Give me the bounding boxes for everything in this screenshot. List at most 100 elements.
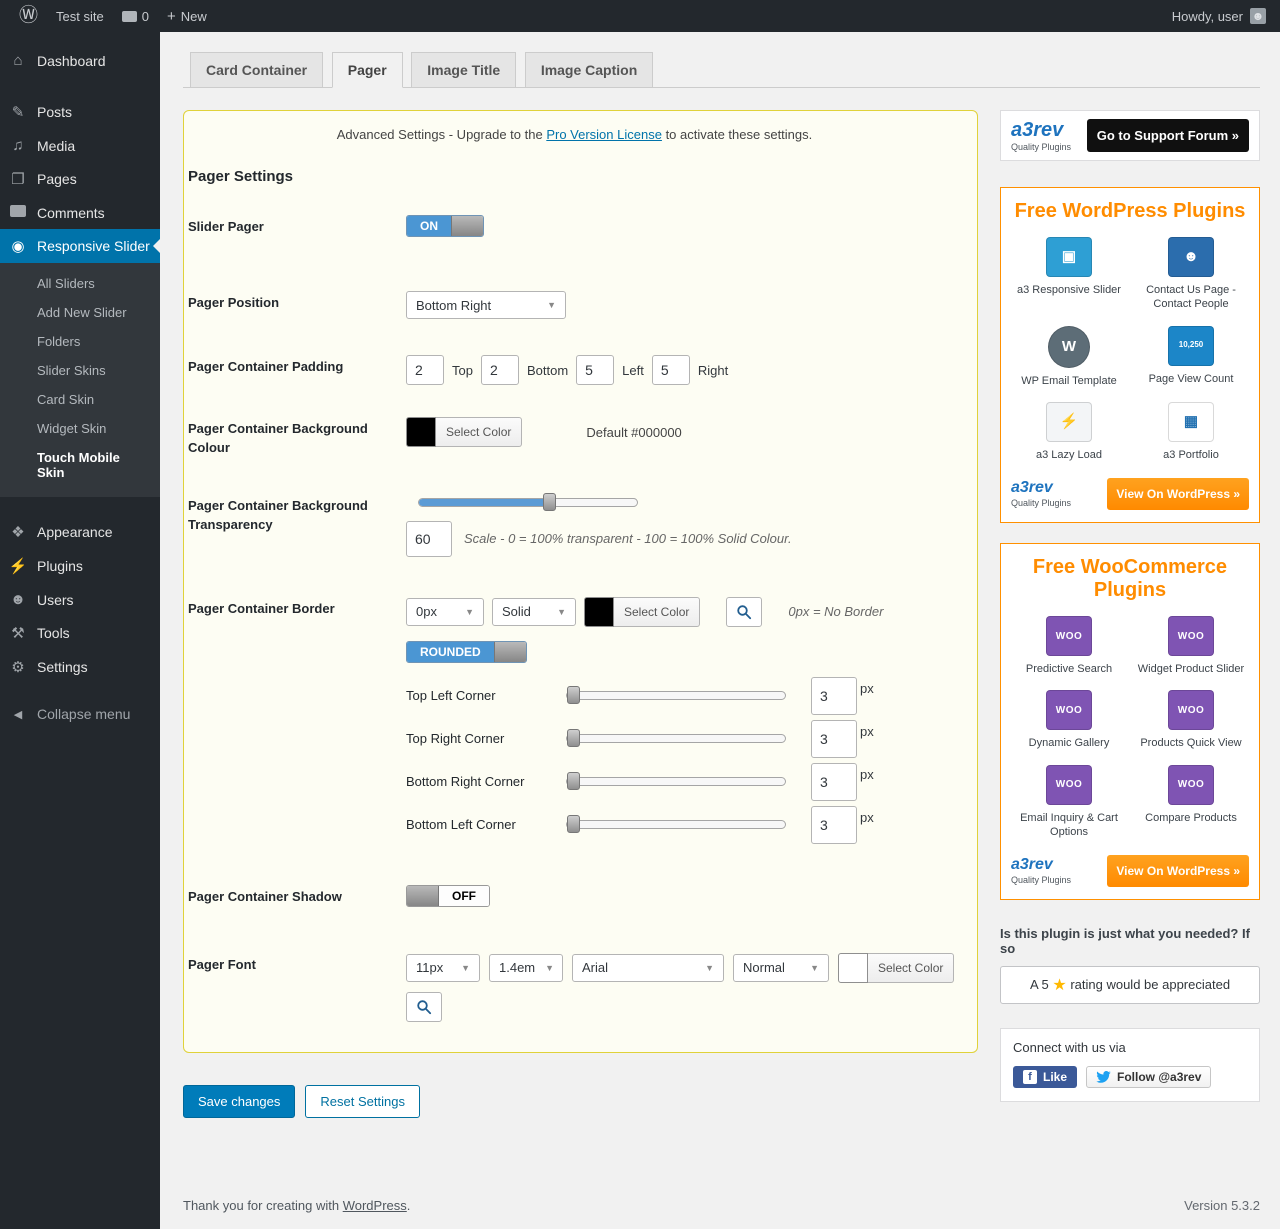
wordpress-logo[interactable]: Ⓦ [10, 0, 47, 32]
border-width-select[interactable]: 0px ▼ [406, 598, 484, 626]
plugin-a3-portfolio[interactable]: ▦ a3 Portfolio [1133, 402, 1249, 462]
sidebar-item-settings[interactable]: ⚙Settings [0, 650, 160, 684]
font-select-color-button[interactable]: Select Color [868, 953, 954, 983]
media-icon: ♫ [8, 137, 28, 154]
line-height-select[interactable]: 1.4em ▼ [489, 954, 563, 982]
top-left-corner-slider[interactable] [566, 691, 786, 700]
sidebar-item-comments[interactable]: Comments [0, 196, 160, 229]
admin-bar-comments[interactable]: 0 [113, 0, 158, 32]
border-colour-swatch[interactable] [584, 597, 614, 627]
plugin-widget-product-slider[interactable]: WOO Widget Product Slider [1133, 616, 1249, 676]
bg-colour-picker[interactable]: Select Color [406, 417, 522, 447]
border-style-select[interactable]: Solid ▼ [492, 598, 576, 626]
font-color-picker-button[interactable] [406, 992, 442, 1022]
font-weight-select[interactable]: Normal ▼ [733, 954, 829, 982]
version-text: Version 5.3.2 [1184, 1198, 1260, 1213]
view-on-wordpress-button[interactable]: View On WordPress » [1107, 478, 1249, 510]
howdy-user-link[interactable]: Howdy, user [1172, 9, 1243, 24]
plugin-page-view-count[interactable]: 10,250 Page View Count [1133, 326, 1249, 388]
submenu-slider-skins[interactable]: Slider Skins [0, 356, 160, 385]
shadow-toggle[interactable]: OFF [406, 885, 490, 907]
font-colour-picker[interactable]: Select Color [838, 953, 954, 983]
slider-pager-toggle[interactable]: ON [406, 215, 484, 237]
twitter-follow-button[interactable]: Follow @a3rev [1086, 1066, 1211, 1088]
tab-pager[interactable]: Pager [332, 52, 403, 88]
plugin-dynamic-gallery[interactable]: WOO Dynamic Gallery [1011, 690, 1127, 750]
rounded-toggle[interactable]: ROUNDED [406, 641, 527, 663]
corner-row-bottom-left: Bottom Left Corner px [406, 806, 963, 844]
plugin-a3-responsive-slider[interactable]: ▣ a3 Responsive Slider [1011, 237, 1127, 312]
slider-handle[interactable] [567, 772, 580, 790]
plugin-compare-products[interactable]: WOO Compare Products [1133, 765, 1249, 840]
save-changes-button[interactable]: Save changes [183, 1085, 295, 1118]
tab-image-title[interactable]: Image Title [411, 52, 516, 88]
border-color-picker-button[interactable] [726, 597, 762, 627]
bottom-left-corner-input[interactable] [811, 806, 857, 844]
sidebar-item-responsive-slider[interactable]: ◉Responsive Slider [0, 229, 160, 263]
upgrade-note-prefix: Advanced Settings - Upgrade to the [337, 127, 543, 142]
reset-settings-button[interactable]: Reset Settings [305, 1085, 420, 1118]
sidebar-item-dashboard[interactable]: ⌂Dashboard [0, 44, 160, 77]
plugin-contact-us-page[interactable]: ☻ Contact Us Page - Contact People [1133, 237, 1249, 312]
border-width-value: 0px [416, 604, 437, 619]
site-name-link[interactable]: Test site [47, 0, 113, 32]
sidebar-item-appearance[interactable]: ❖Appearance [0, 515, 160, 549]
bg-colour-swatch[interactable] [406, 417, 436, 447]
pager-position-select[interactable]: Bottom Right ▼ [406, 291, 566, 319]
bottom-right-corner-input[interactable] [811, 763, 857, 801]
transparency-input[interactable] [406, 521, 452, 557]
padding-top-input[interactable] [406, 355, 444, 385]
transparency-slider[interactable] [418, 498, 638, 507]
plugin-a3-lazy-load[interactable]: ⚡ a3 Lazy Load [1011, 402, 1127, 462]
facebook-like-button[interactable]: f Like [1013, 1066, 1077, 1088]
plugin-predictive-search[interactable]: WOO Predictive Search [1011, 616, 1127, 676]
sidebar-item-posts[interactable]: ✎Posts [0, 95, 160, 129]
slider-handle[interactable] [567, 729, 580, 747]
view-on-wordpress-button[interactable]: View On WordPress » [1107, 855, 1249, 887]
new-content-menu[interactable]: +New [158, 0, 216, 32]
padding-bottom-input[interactable] [481, 355, 519, 385]
unit-label: px [860, 720, 874, 739]
plugin-products-quick-view[interactable]: WOO Products Quick View [1133, 690, 1249, 750]
bg-select-color-button[interactable]: Select Color [436, 417, 522, 447]
plugin-wp-email-template[interactable]: W WP Email Template [1011, 326, 1127, 388]
top-right-corner-slider[interactable] [566, 734, 786, 743]
rating-box[interactable]: A 5 ★ rating would be appreciated [1000, 966, 1260, 1004]
submenu-card-skin[interactable]: Card Skin [0, 385, 160, 414]
sidebar-item-users[interactable]: ☻Users [0, 583, 160, 616]
submenu-all-sliders[interactable]: All Sliders [0, 269, 160, 298]
border-select-color-button[interactable]: Select Color [614, 597, 700, 627]
submenu-touch-mobile-skin[interactable]: Touch Mobile Skin [0, 443, 160, 487]
slider-handle[interactable] [567, 815, 580, 833]
twitter-bird-icon [1096, 1071, 1111, 1083]
tab-card-container[interactable]: Card Container [190, 52, 323, 88]
products-quick-view-plugin-icon: WOO [1168, 690, 1214, 730]
sidebar-item-tools[interactable]: ⚒Tools [0, 616, 160, 650]
bottom-left-corner-slider[interactable] [566, 820, 786, 829]
pro-version-license-link[interactable]: Pro Version License [546, 127, 662, 142]
border-colour-picker[interactable]: Select Color [584, 597, 700, 627]
top-left-corner-input[interactable] [811, 677, 857, 715]
bottom-right-corner-slider[interactable] [566, 777, 786, 786]
submenu-folders[interactable]: Folders [0, 327, 160, 356]
search-icon [736, 604, 752, 620]
submenu-widget-skin[interactable]: Widget Skin [0, 414, 160, 443]
transparency-slider-handle[interactable] [543, 493, 556, 511]
padding-left-input[interactable] [576, 355, 614, 385]
padding-right-input[interactable] [652, 355, 690, 385]
sidebar-item-media[interactable]: ♫Media [0, 129, 160, 162]
sidebar-item-plugins[interactable]: ⚡Plugins [0, 549, 160, 583]
collapse-menu-button[interactable]: ◀Collapse menu [0, 698, 160, 730]
support-forum-button[interactable]: Go to Support Forum » [1087, 119, 1249, 152]
font-size-select[interactable]: 11px ▼ [406, 954, 480, 982]
user-avatar[interactable]: ☻ [1250, 8, 1266, 24]
tab-image-caption[interactable]: Image Caption [525, 52, 653, 88]
wordpress-link[interactable]: WordPress [343, 1198, 407, 1213]
font-family-select[interactable]: Arial ▼ [572, 954, 724, 982]
sidebar-item-pages[interactable]: ❐Pages [0, 162, 160, 196]
slider-handle[interactable] [567, 686, 580, 704]
font-colour-swatch[interactable] [838, 953, 868, 983]
submenu-add-new-slider[interactable]: Add New Slider [0, 298, 160, 327]
top-right-corner-input[interactable] [811, 720, 857, 758]
plugin-email-inquiry-cart-options[interactable]: WOO Email Inquiry & Cart Options [1011, 765, 1127, 840]
